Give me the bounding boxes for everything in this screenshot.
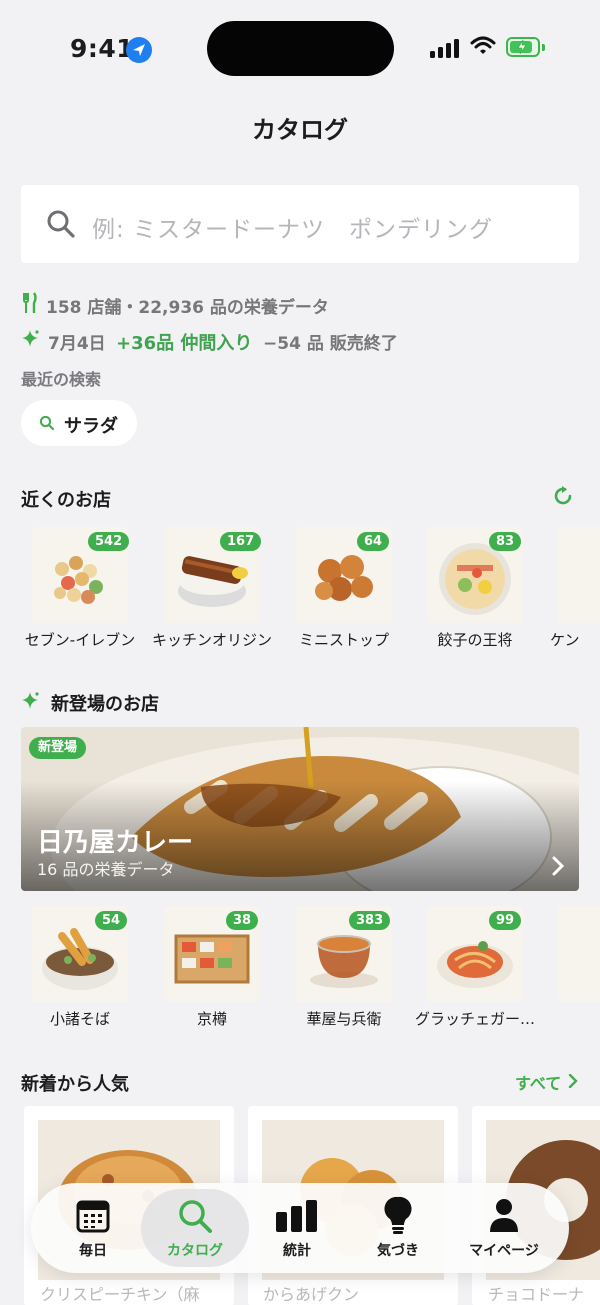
store-thumbnail[interactable]: [558, 906, 600, 1002]
sparkle-icon: [21, 691, 41, 715]
person-icon: [489, 1198, 519, 1236]
store-name: 京樽: [196, 1010, 227, 1028]
recent-search-chip-label: サラダ: [64, 416, 118, 437]
item-count-badge: 64: [357, 532, 390, 551]
store-thumbnail[interactable]: [558, 527, 600, 623]
page-title: カタログ: [252, 116, 348, 144]
location-arrow-icon: [126, 37, 152, 63]
tab-daily[interactable]: 毎日: [43, 1240, 143, 1260]
store-name: 餃子の王将: [437, 631, 513, 649]
refresh-icon[interactable]: [552, 485, 574, 511]
item-count-badge: 167: [220, 532, 262, 551]
see-all-link[interactable]: すべて: [515, 1070, 561, 1094]
tab-catalog[interactable]: カタログ: [145, 1240, 245, 1260]
sparkle-icon: [21, 329, 41, 353]
lightbulb-icon: [384, 1196, 412, 1240]
store-name: ケン: [550, 631, 580, 649]
item-count-badge: 83: [489, 532, 522, 551]
popular-item-name: からあげクン: [263, 1285, 360, 1304]
store-name: キッチンオリジン: [151, 631, 272, 649]
search-icon: [46, 209, 76, 243]
recent-search-label: 最近の検索: [21, 370, 102, 389]
search-icon: [177, 1198, 213, 1238]
chevron-right-icon: [568, 1073, 578, 1092]
fork-knife-icon: [22, 292, 38, 318]
tab-mypage[interactable]: マイページ: [454, 1240, 554, 1260]
calendar-icon: [76, 1199, 110, 1237]
status-time: 9:41: [70, 34, 135, 63]
item-count-badge: 54: [95, 911, 128, 930]
store-name: セブン-イレブン: [24, 631, 136, 649]
search-icon: [39, 415, 55, 435]
featured-store-name: 日乃屋カレー: [37, 828, 194, 858]
new-stores-section-title: 新登場のお店: [51, 694, 159, 715]
chevron-right-icon: [551, 856, 565, 880]
battery-icon: [506, 37, 545, 57]
item-count-badge: 38: [226, 911, 259, 930]
wifi-icon: [470, 36, 496, 60]
store-name: 華屋与兵衛: [306, 1010, 382, 1028]
popular-section-title: 新着から人気: [21, 1074, 129, 1095]
update-date: 7月4日: [48, 334, 106, 354]
new-badge: 新登場: [29, 737, 87, 759]
item-count-badge: 383: [349, 911, 391, 930]
search-placeholder: 例: ミスタードーナツ ポンデリング: [92, 217, 494, 243]
dynamic-island: [207, 21, 394, 76]
added-count: +36品 仲間入り: [116, 333, 253, 354]
popular-item-name: チョコドーナ: [488, 1285, 585, 1304]
item-count-badge: 542: [88, 532, 130, 551]
tab-insights[interactable]: 気づき: [348, 1240, 448, 1260]
ended-count: −54 品 販売終了: [263, 334, 398, 354]
popular-item-name: クリスピーチキン（麻: [40, 1285, 200, 1304]
featured-store-subtitle: 16 品の栄養データ: [37, 860, 175, 879]
item-count-badge: 99: [489, 911, 522, 930]
store-name: 小諸そば: [49, 1010, 110, 1028]
nearby-section-title: 近くのお店: [21, 490, 111, 511]
catalog-summary: 158 店舗・22,936 品の栄養データ: [46, 298, 329, 318]
cellular-signal-icon: [430, 38, 460, 58]
store-name: グラッチェガー…: [414, 1010, 535, 1028]
bar-chart-icon: [275, 1200, 319, 1236]
store-name: ミニストップ: [298, 631, 389, 649]
tab-stats[interactable]: 統計: [247, 1240, 347, 1260]
